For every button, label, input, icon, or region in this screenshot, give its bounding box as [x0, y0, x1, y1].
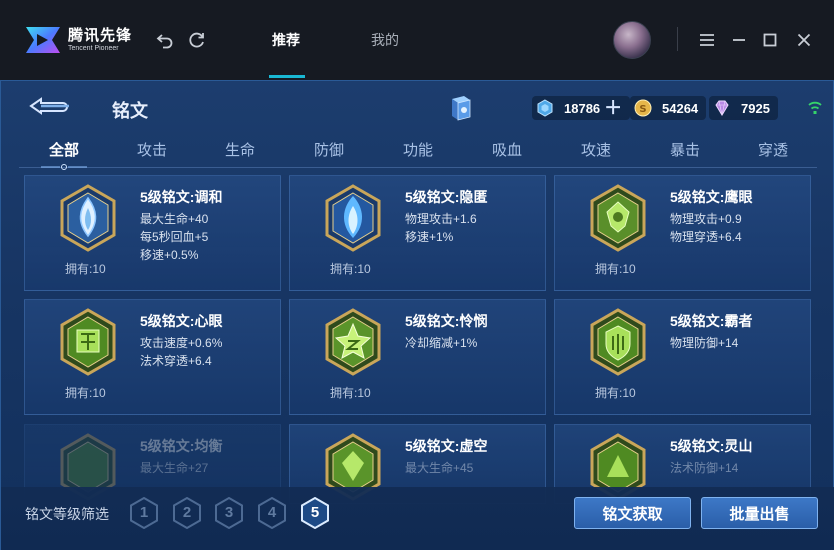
rune-green-eagle-icon — [590, 184, 646, 252]
owned-count: 拥有:10 — [330, 386, 371, 400]
crystal-currency: 18786 ＋ — [532, 96, 631, 120]
tab-lifesteal[interactable]: 吸血 — [477, 139, 537, 160]
titlebar-divider — [677, 27, 678, 51]
signal-icon — [808, 101, 822, 114]
level-filter-2[interactable]: 2 — [172, 496, 202, 530]
rune-stat: 物理防御+14 — [670, 336, 739, 350]
rune-stat: 攻击速度+0.6% — [140, 336, 223, 350]
page-title: 铭文 — [112, 101, 148, 121]
tab-penetration[interactable]: 穿透 — [743, 139, 803, 160]
rune-blue-flame-icon — [325, 184, 381, 252]
bottom-bar: 铭文等级筛选 1 2 3 4 5 铭文获取 批量出售 — [1, 487, 834, 550]
rune-card[interactable]: 拥有:10 5级铭文:心眼 攻击速度+0.6% 法术穿透+6.4 — [24, 299, 281, 415]
owned-count: 拥有:10 — [595, 386, 636, 400]
owned-count: 拥有:10 — [65, 386, 106, 400]
rune-green-shield-icon — [590, 308, 646, 376]
rune-name: 5级铭文:虚空 — [405, 438, 488, 454]
rune-stat: 物理攻击+1.6 — [405, 212, 477, 226]
owned-count: 拥有:10 — [595, 262, 636, 276]
tab-defense[interactable]: 防御 — [299, 139, 359, 160]
level-number: 2 — [182, 504, 192, 521]
tab-mine[interactable]: 我的 — [371, 30, 399, 50]
rune-stat: 最大生命+45 — [405, 461, 474, 475]
rune-stat: 物理穿透+6.4 — [670, 230, 742, 244]
tab-recommend[interactable]: 推荐 — [272, 30, 300, 50]
rune-name: 5级铭文:心眼 — [140, 313, 223, 329]
category-tabs: 全部 攻击 生命 防御 功能 吸血 攻速 暴击 穿透 — [19, 139, 817, 167]
rune-green-star-icon — [325, 308, 381, 376]
gem-currency: 7925 — [709, 96, 778, 120]
rune-stat: 移速+1% — [405, 230, 454, 244]
tab-utility[interactable]: 功能 — [388, 139, 448, 160]
batch-sell-button[interactable]: 批量出售 — [701, 497, 818, 529]
rune-name: 5级铭文:隐匿 — [405, 189, 488, 205]
rune-stat: 法术防御+14 — [670, 461, 739, 475]
tab-crit[interactable]: 暴击 — [655, 139, 715, 160]
gem-amount: 7925 — [741, 100, 770, 116]
rune-name: 5级铭文:调和 — [140, 189, 223, 205]
add-crystal-button[interactable]: ＋ — [604, 99, 622, 117]
level-filter-4[interactable]: 4 — [257, 496, 287, 530]
svg-text:S: S — [639, 104, 646, 115]
crystal-amount: 18786 — [564, 100, 601, 116]
rune-page: 铭文 18786 ＋ S 54264 7925 全部 攻击 生命 防御 功能 吸… — [0, 80, 834, 550]
rune-stat: 最大生命+40 — [140, 212, 209, 226]
user-avatar[interactable] — [613, 21, 651, 59]
back-arrow-icon[interactable] — [27, 95, 73, 117]
rune-book-icon[interactable] — [449, 94, 473, 122]
rune-name: 5级铭文:均衡 — [140, 438, 223, 454]
rune-name: 5级铭文:霸者 — [670, 313, 753, 329]
menu-icon[interactable] — [697, 30, 717, 50]
refresh-icon[interactable] — [187, 30, 207, 50]
category-divider — [19, 167, 817, 168]
rune-card[interactable]: 拥有:10 5级铭文:隐匿 物理攻击+1.6 移速+1% — [289, 175, 546, 291]
rune-stat: 移速+0.5% — [140, 248, 199, 262]
minimize-icon[interactable] — [729, 30, 749, 50]
rune-name: 5级铭文:灵山 — [670, 438, 753, 454]
rune-stat: 最大生命+27 — [140, 461, 209, 475]
crystal-icon — [536, 99, 554, 117]
logo-text-en: Tencent Pioneer — [68, 45, 119, 52]
level-number: 5 — [310, 504, 320, 521]
rune-blue-flame-icon — [60, 184, 116, 252]
level-filter-5[interactable]: 5 — [300, 496, 330, 530]
tab-health[interactable]: 生命 — [210, 139, 270, 160]
level-filter-1[interactable]: 1 — [129, 496, 159, 530]
pioneer-logo-icon — [26, 27, 60, 53]
rune-card[interactable]: 拥有:10 5级铭文:怜悯 冷却缩减+1% — [289, 299, 546, 415]
gold-currency: S 54264 — [630, 96, 707, 120]
tab-all[interactable]: 全部 — [34, 139, 94, 160]
rune-stat: 法术穿透+6.4 — [140, 354, 212, 368]
rune-name: 5级铭文:怜悯 — [405, 313, 488, 329]
tab-attack[interactable]: 攻击 — [122, 139, 182, 160]
rune-card[interactable]: 拥有:10 5级铭文:鹰眼 物理攻击+0.9 物理穿透+6.4 — [554, 175, 811, 291]
rune-card[interactable]: 拥有:10 5级铭文:霸者 物理防御+14 — [554, 299, 811, 415]
rune-green-heart-icon — [60, 308, 116, 376]
category-active-indicator — [41, 164, 87, 170]
level-filter-label: 铭文等级筛选 — [25, 506, 109, 522]
purple-gem-icon — [713, 99, 731, 117]
gold-amount: 54264 — [662, 100, 699, 116]
rune-stat: 冷却缩减+1% — [405, 336, 478, 350]
app-logo: 腾讯先锋 Tencent Pioneer — [22, 22, 132, 58]
level-number: 4 — [267, 504, 277, 521]
rune-stat: 每5秒回血+5 — [140, 230, 209, 244]
rune-stat: 物理攻击+0.9 — [670, 212, 742, 226]
logo-text-cn: 腾讯先锋 — [68, 27, 133, 44]
owned-count: 拥有:10 — [330, 262, 371, 276]
level-number: 3 — [224, 504, 234, 521]
title-bar: 腾讯先锋 Tencent Pioneer 推荐 我的 — [0, 0, 834, 80]
active-tab-indicator — [269, 75, 305, 78]
level-number: 1 — [139, 504, 149, 521]
close-icon[interactable] — [794, 30, 814, 50]
gold-coin-icon: S — [634, 99, 652, 117]
owned-count: 拥有:10 — [65, 262, 106, 276]
rune-card[interactable]: 拥有:10 5级铭文:调和 最大生命+40 每5秒回血+5 移速+0.5% — [24, 175, 281, 291]
undo-icon[interactable] — [155, 30, 175, 50]
get-rune-button[interactable]: 铭文获取 — [574, 497, 691, 529]
maximize-icon[interactable] — [760, 30, 780, 50]
rune-name: 5级铭文:鹰眼 — [670, 189, 753, 205]
tab-attack-speed[interactable]: 攻速 — [566, 139, 626, 160]
level-filter-3[interactable]: 3 — [214, 496, 244, 530]
